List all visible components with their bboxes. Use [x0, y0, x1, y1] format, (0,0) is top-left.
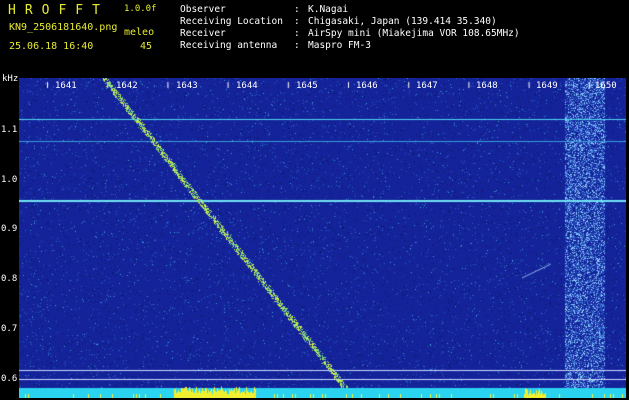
app-title: HROFFT: [8, 3, 109, 18]
meleo-label: meleo: [124, 27, 155, 38]
x-tick-label: 1646: [356, 81, 378, 91]
y-tick-label: 1.1: [1, 125, 18, 135]
app-version: 1.0.0f: [124, 4, 157, 14]
timestamp: 25.06.18 16:40: [9, 41, 94, 52]
x-tick-label: 1649: [536, 81, 558, 91]
info-row-receiver: Receiver: AirSpy mini (Miakejima VOR 108.…: [180, 28, 520, 39]
info-key: Receiver: [180, 28, 226, 39]
x-tick-label: 1642: [116, 81, 138, 91]
spectrogram-canvas: [19, 78, 626, 398]
info-row-observer: Observer: K.Nagai: [180, 4, 349, 15]
spectrogram-plot[interactable]: [19, 78, 626, 398]
x-tick-label: 1647: [416, 81, 438, 91]
info-key: Observer: [180, 4, 226, 15]
observation-info: Observer: K.Nagai Receiving Location: Chig…: [180, 4, 520, 52]
file-name: KN9_2506181640.png: [9, 22, 118, 33]
y-tick-label: 0.9: [1, 224, 18, 234]
y-axis-unit: kHz: [2, 74, 19, 84]
x-tick-label: 1645: [296, 81, 318, 91]
x-tick-label: 1648: [476, 81, 498, 91]
y-tick-label: 0.8: [1, 274, 18, 284]
y-tick-label: 0.7: [1, 324, 18, 334]
x-tick-label: 1650: [595, 81, 617, 91]
info-row-location: Receiving Location: Chigasaki, Japan (139…: [180, 16, 497, 27]
info-key: Receiving Location: [180, 16, 283, 27]
x-tick-label: 1641: [55, 81, 77, 91]
spectrogram-window: HROFFT 1.0.0f KN9_2506181640.png meleo 2…: [0, 0, 629, 400]
x-tick-label: 1643: [176, 81, 198, 91]
info-key: Receiving antenna: [180, 40, 278, 51]
info-value: AirSpy mini (Miakejima VOR 108.65MHz): [308, 28, 520, 39]
meleo-count: 45: [140, 41, 153, 52]
y-tick-label: 0.6: [1, 374, 18, 384]
info-value: K.Nagai: [308, 4, 349, 15]
y-tick-label: 1.0: [1, 175, 18, 185]
info-value: Maspro FM-3: [308, 40, 371, 51]
x-tick-label: 1644: [236, 81, 258, 91]
info-row-antenna: Receiving antenna: Maspro FM-3: [180, 40, 371, 51]
info-value: Chigasaki, Japan (139.414 35.340): [308, 16, 497, 27]
